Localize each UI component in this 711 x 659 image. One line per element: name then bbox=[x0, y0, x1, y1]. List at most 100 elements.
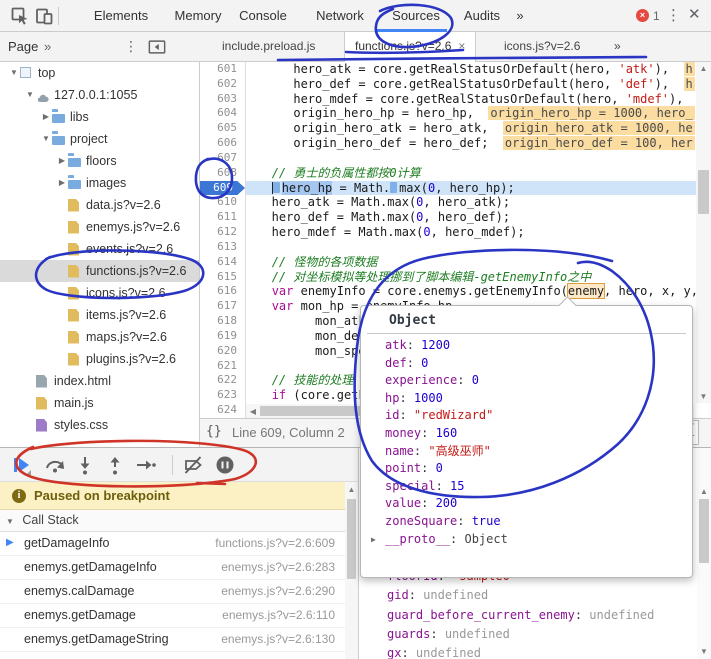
panel-tab-network[interactable]: Network bbox=[316, 0, 364, 31]
code-line-612[interactable]: hero_mdef = Math.max(0, hero_mdef); bbox=[246, 225, 711, 240]
line-number[interactable]: 603 bbox=[200, 92, 245, 107]
tree-item-plugins-js-v-2-6[interactable]: plugins.js?v=2.6 bbox=[0, 348, 199, 370]
line-number[interactable]: 623 bbox=[200, 388, 245, 403]
panel-tab-elements[interactable]: Elements bbox=[94, 0, 148, 31]
line-number[interactable]: 602 bbox=[200, 77, 245, 92]
code-line-606[interactable]: origin_hero_def = hero_def; origin_hero_… bbox=[246, 136, 711, 151]
current-line-number[interactable]: 609 bbox=[200, 181, 245, 196]
scroll-up-icon[interactable]: ▲ bbox=[696, 64, 711, 73]
tree-item-127-0-0-1-1055[interactable]: ▼127.0.0.1:1055 bbox=[0, 84, 199, 106]
line-number-gutter[interactable]: 601602603604605606607608609610611612613 6… bbox=[200, 62, 246, 418]
scroll-down-icon[interactable]: ▼ bbox=[697, 647, 711, 656]
pretty-print-button[interactable]: {} bbox=[206, 424, 222, 439]
scroll-up-icon[interactable]: ▲ bbox=[345, 485, 358, 494]
scroll-left-icon[interactable]: ◀ bbox=[248, 407, 258, 416]
step-out-icon[interactable] bbox=[104, 454, 126, 476]
call-stack-frame[interactable]: enemys.calDamageenemys.js?v=2.6:290 bbox=[0, 580, 345, 604]
line-number[interactable]: 605 bbox=[200, 121, 245, 136]
code-line-615[interactable]: // 对坐标模拟等处理挪到了脚本编辑-getEnemyInfo之中 bbox=[246, 270, 711, 285]
chevron-down-icon[interactable]: ▼ bbox=[8, 62, 20, 84]
device-toolbar-icon[interactable] bbox=[34, 6, 54, 26]
error-badge-icon[interactable]: × bbox=[636, 9, 649, 22]
line-number[interactable]: 616 bbox=[200, 284, 245, 299]
scrollbar-thumb[interactable] bbox=[699, 499, 709, 563]
chevron-down-icon[interactable]: ▼ bbox=[24, 84, 36, 106]
tree-item-project[interactable]: ▼project bbox=[0, 128, 199, 150]
call-stack-frame[interactable]: enemys.getDamageenemys.js?v=2.6:110 bbox=[0, 604, 345, 628]
editor-tab-include-preload-js[interactable]: include.preload.js bbox=[212, 32, 325, 61]
scroll-up-icon[interactable]: ▲ bbox=[697, 487, 711, 496]
deactivate-breakpoints-icon[interactable] bbox=[182, 454, 204, 476]
line-number[interactable]: 620 bbox=[200, 344, 245, 359]
call-stack-frame[interactable]: ▶getDamageInfofunctions.js?v=2.6:609 bbox=[0, 532, 345, 556]
callstack-scrollbar[interactable]: ▲ bbox=[345, 482, 358, 659]
step-into-icon[interactable] bbox=[74, 454, 96, 476]
close-tab-icon[interactable]: × bbox=[458, 39, 465, 53]
line-number[interactable]: 608 bbox=[200, 166, 245, 181]
tree-item-maps-js-v-2-6[interactable]: maps.js?v=2.6 bbox=[0, 326, 199, 348]
inspect-element-icon[interactable] bbox=[10, 6, 30, 26]
line-number[interactable]: 604 bbox=[200, 106, 245, 121]
line-number[interactable]: 606 bbox=[200, 136, 245, 151]
tree-item-libs[interactable]: ▶libs bbox=[0, 106, 199, 128]
code-line-611[interactable]: hero_def = Math.max(0, hero_def); bbox=[246, 210, 711, 225]
panel-tab-sources[interactable]: Sources bbox=[392, 0, 440, 31]
line-number[interactable]: 622 bbox=[200, 373, 245, 388]
line-number[interactable]: 621 bbox=[200, 359, 245, 374]
scroll-down-icon[interactable]: ▼ bbox=[696, 392, 711, 401]
line-number[interactable]: 610 bbox=[200, 195, 245, 210]
editor-tab-functions-js-v-2-6[interactable]: functions.js?v=2.6× bbox=[344, 32, 476, 62]
editor-tab-icons-js-v-2-6[interactable]: icons.js?v=2.6 bbox=[494, 32, 590, 61]
tree-item-data-js-v-2-6[interactable]: data.js?v=2.6 bbox=[0, 194, 199, 216]
code-line-601[interactable]: hero_atk = core.getRealStatusOrDefault(h… bbox=[246, 62, 711, 77]
scrollbar-thumb[interactable] bbox=[698, 170, 709, 214]
chevron-right-icon[interactable]: ▶ bbox=[56, 150, 68, 172]
navigator-more-tabs-icon[interactable]: » bbox=[44, 32, 51, 61]
close-devtools-icon[interactable]: ✕ bbox=[688, 0, 701, 32]
line-number[interactable]: 607 bbox=[200, 151, 245, 166]
scope-scrollbar[interactable]: ▲ ▼ bbox=[697, 448, 711, 659]
tree-item-index-html[interactable]: index.html bbox=[0, 370, 199, 392]
tree-item-enemys-js-v-2-6[interactable]: enemys.js?v=2.6 bbox=[0, 216, 199, 238]
chevron-right-icon[interactable]: ▶ bbox=[56, 172, 68, 194]
code-line-610[interactable]: hero_atk = Math.max(0, hero_atk); bbox=[246, 195, 711, 210]
panel-tab-console[interactable]: Console bbox=[239, 0, 287, 31]
panel-tab-memory[interactable]: Memory bbox=[175, 0, 222, 31]
line-number[interactable]: 601 bbox=[200, 62, 245, 77]
tree-item-main-js[interactable]: main.js bbox=[0, 392, 199, 414]
editor-tab-more[interactable]: » bbox=[604, 32, 631, 61]
line-number[interactable]: 617 bbox=[200, 299, 245, 314]
code-line-602[interactable]: hero_def = core.getRealStatusOrDefault(h… bbox=[246, 77, 711, 92]
call-stack-frame[interactable]: enemys.getDamageStringenemys.js?v=2.6:13… bbox=[0, 628, 345, 652]
panel-tab-audits[interactable]: Audits bbox=[464, 0, 500, 31]
tree-item-top[interactable]: ▼top bbox=[0, 62, 199, 84]
code-line-613[interactable] bbox=[246, 240, 711, 255]
code-line-614[interactable]: // 怪物的各项数据 bbox=[246, 255, 711, 270]
scrollbar-thumb[interactable] bbox=[347, 499, 356, 579]
code-line-604[interactable]: origin_hero_hp = hero_hp, origin_hero_hp… bbox=[246, 106, 711, 121]
tree-item-floors[interactable]: ▶floors bbox=[0, 150, 199, 172]
call-stack-frame[interactable]: enemys.getDamageInfoenemys.js?v=2.6:283 bbox=[0, 556, 345, 580]
line-number[interactable]: 624 bbox=[200, 403, 245, 418]
panel-tab-[interactable]: » bbox=[516, 0, 523, 31]
step-icon[interactable] bbox=[134, 454, 156, 476]
line-number[interactable]: 612 bbox=[200, 225, 245, 240]
call-stack-section-header[interactable]: ▼ Call Stack bbox=[0, 510, 345, 532]
code-line-607[interactable] bbox=[246, 151, 711, 166]
code-line-608[interactable]: // 勇士的负属性都按0计算 bbox=[246, 166, 711, 181]
tree-item-functions-js-v-2-6[interactable]: functions.js?v=2.6 bbox=[0, 260, 199, 282]
pause-on-exceptions-icon[interactable] bbox=[214, 454, 236, 476]
line-number[interactable]: 611 bbox=[200, 210, 245, 225]
error-count[interactable]: 1 bbox=[653, 0, 660, 32]
property-row-__proto__[interactable]: ▶__proto__: Object bbox=[385, 531, 688, 549]
line-number[interactable]: 613 bbox=[200, 240, 245, 255]
chevron-right-icon[interactable]: ▶ bbox=[40, 106, 52, 128]
line-number[interactable]: 618 bbox=[200, 314, 245, 329]
code-line-616[interactable]: var enemyInfo = core.enemys.getEnemyInfo… bbox=[246, 284, 711, 299]
resume-script-icon[interactable] bbox=[10, 454, 32, 476]
editor-vertical-scrollbar[interactable]: ▲ ▼ bbox=[696, 62, 711, 403]
navigator-menu-icon[interactable]: ⋮ bbox=[124, 32, 138, 61]
devtools-menu-icon[interactable]: ⋮ bbox=[666, 0, 681, 32]
line-number[interactable]: 619 bbox=[200, 329, 245, 344]
tree-item-icons-js-v-2-6[interactable]: icons.js?v=2.6 bbox=[0, 282, 199, 304]
